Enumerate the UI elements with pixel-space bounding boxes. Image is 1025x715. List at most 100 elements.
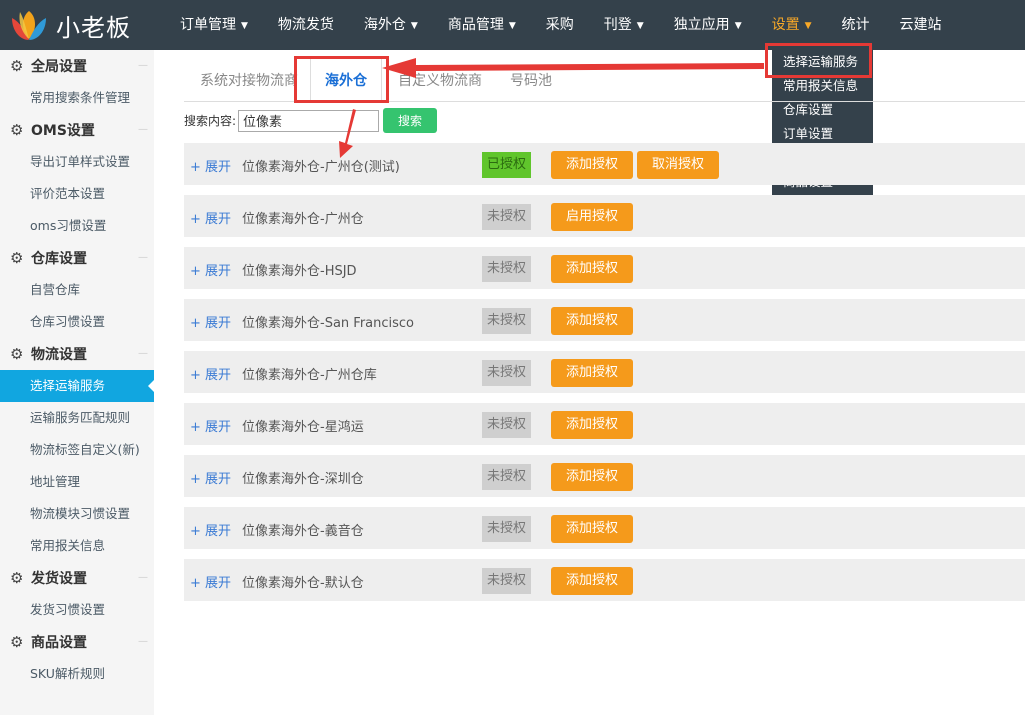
caret-down-icon: ▼	[804, 21, 812, 31]
settings-sidebar: ⚙ 全局设置 — 常用搜索条件管理 ⚙ OMS设置 — 导出订单样式设置 评价范本设置 oms习惯…	[0, 50, 155, 715]
auth-status-badge: 未授权	[482, 464, 531, 490]
auth-status-badge: 未授权	[482, 204, 531, 230]
expand-link[interactable]: + 展开	[190, 364, 231, 383]
sidebar-item[interactable]: 选择运输服务	[0, 370, 155, 402]
authorize-button[interactable]: 添加授权	[551, 515, 634, 543]
search-button[interactable]: 搜索	[383, 108, 438, 133]
search-bar: 搜索内容: 搜索	[184, 108, 438, 133]
tab-overseas-warehouse[interactable]: 海外仓	[310, 58, 382, 103]
expand-link[interactable]: + 展开	[190, 208, 231, 227]
sidebar-item[interactable]: oms习惯设置	[0, 210, 154, 242]
nav-item-9[interactable]: 云建站	[885, 0, 957, 50]
authorize-button[interactable]: 添加授权	[551, 151, 634, 179]
nav-item-3[interactable]: 商品管理 ▼	[433, 0, 531, 50]
sidebar-item[interactable]: 物流标签自定义(新)	[0, 434, 154, 466]
warehouse-row: + 展开 位像素海外仓-San Francisco 未授权 添加授权	[184, 299, 1025, 341]
authorize-button[interactable]: 添加授权	[551, 307, 634, 335]
nav-item-label: 统计	[841, 17, 870, 33]
tab-system-carriers[interactable]: 系统对接物流商	[200, 70, 298, 90]
nav-item-1[interactable]: 物流发货	[263, 0, 349, 50]
nav-item-5[interactable]: 刊登 ▼	[589, 0, 659, 50]
logo[interactable]: 小老板	[8, 7, 131, 43]
warehouse-name: 位像素海外仓-義音仓	[242, 524, 364, 539]
expand-link[interactable]: + 展开	[190, 468, 231, 487]
expand-link[interactable]: + 展开	[190, 520, 231, 539]
warehouse-row: + 展开 位像素海外仓-深圳仓 未授权 添加授权	[184, 455, 1025, 497]
nav-item-label: 设置	[771, 17, 800, 33]
auth-status-badge: 未授权	[482, 568, 531, 594]
sidebar-item[interactable]: 地址管理	[0, 466, 154, 498]
warehouse-row: + 展开 位像素海外仓-默认仓 未授权 添加授权	[184, 559, 1025, 601]
gear-icon: ⚙	[10, 121, 24, 139]
warehouse-row: + 展开 位像素海外仓-星鸿运 未授权 添加授权	[184, 403, 1025, 445]
nav-item-label: 刊登	[603, 17, 632, 33]
sidebar-item[interactable]: 常用报关信息	[0, 530, 154, 562]
sidebar-item[interactable]: 评价范本设置	[0, 178, 154, 210]
auth-status-badge: 未授权	[482, 256, 531, 282]
authorize-button[interactable]: 添加授权	[551, 463, 634, 491]
auth-status-badge: 未授权	[482, 308, 531, 334]
gear-icon: ⚙	[10, 249, 24, 267]
warehouse-name: 位像素海外仓-San Francisco	[242, 316, 414, 331]
nav-item-4[interactable]: 采购	[531, 0, 589, 50]
sidebar-section-header[interactable]: ⚙ 商品设置 —	[0, 626, 154, 658]
nav-item-8[interactable]: 统计	[827, 0, 885, 50]
authorize-button[interactable]: 添加授权	[551, 411, 634, 439]
sidebar-section-title: 物流设置	[31, 347, 87, 363]
caret-down-icon: ▼	[508, 21, 516, 31]
warehouse-row: + 展开 位像素海外仓-广州仓 未授权 启用授权	[184, 195, 1025, 237]
expand-link[interactable]: + 展开	[190, 416, 231, 435]
sidebar-section-header[interactable]: ⚙ 仓库设置 —	[0, 242, 154, 274]
authorize-button[interactable]: 添加授权	[551, 255, 634, 283]
sidebar-item[interactable]: 常用搜索条件管理	[0, 82, 154, 114]
sidebar-item[interactable]: 物流模块习惯设置	[0, 498, 154, 530]
logistics-tabs: 系统对接物流商 海外仓 自定义物流商 号码池	[184, 58, 1025, 103]
sidebar-item[interactable]: 自营仓库	[0, 274, 154, 306]
sidebar-section-title: 商品设置	[31, 635, 87, 651]
collapse-chevron-icon[interactable]: —	[138, 242, 148, 274]
authorize-button[interactable]: 启用授权	[551, 203, 634, 231]
nav-item-label: 物流发货	[277, 17, 334, 33]
nav-item-6[interactable]: 独立应用 ▼	[659, 0, 757, 50]
authorize-button[interactable]: 添加授权	[551, 567, 634, 595]
sidebar-section-header[interactable]: ⚙ 发货设置 —	[0, 562, 154, 594]
collapse-chevron-icon[interactable]: —	[138, 50, 148, 82]
expand-link[interactable]: + 展开	[190, 572, 231, 591]
nav-item-7[interactable]: 设置 ▼	[757, 0, 827, 50]
collapse-chevron-icon[interactable]: —	[138, 626, 148, 658]
collapse-chevron-icon[interactable]: —	[138, 114, 148, 146]
warehouse-name: 位像素海外仓-默认仓	[242, 576, 364, 591]
lotus-logo-icon	[12, 11, 46, 40]
sidebar-section-title: 全局设置	[31, 59, 87, 75]
expand-link[interactable]: + 展开	[190, 156, 231, 175]
auth-status-badge: 未授权	[482, 360, 531, 386]
warehouse-row: + 展开 位像素海外仓-義音仓 未授权 添加授权	[184, 507, 1025, 549]
sidebar-section-header[interactable]: ⚙ OMS设置 —	[0, 114, 154, 146]
nav-item-label: 云建站	[899, 17, 942, 33]
sidebar-item[interactable]: 仓库习惯设置	[0, 306, 154, 338]
sidebar-section-header[interactable]: ⚙ 全局设置 —	[0, 50, 154, 82]
expand-link[interactable]: + 展开	[190, 312, 231, 331]
tab-number-pool[interactable]: 号码池	[510, 70, 552, 90]
collapse-chevron-icon[interactable]: —	[138, 562, 148, 594]
logo-text: 小老板	[56, 13, 131, 42]
sidebar-item[interactable]: 运输服务匹配规则	[0, 402, 154, 434]
tab-custom-carriers[interactable]: 自定义物流商	[398, 70, 482, 90]
search-input[interactable]	[238, 109, 380, 132]
nav-item-0[interactable]: 订单管理 ▼	[165, 0, 263, 50]
sidebar-item[interactable]: 导出订单样式设置	[0, 146, 154, 178]
authorize-button[interactable]: 添加授权	[551, 359, 634, 387]
nav-item-2[interactable]: 海外仓 ▼	[349, 0, 433, 50]
gear-icon: ⚙	[10, 633, 24, 651]
sidebar-section-header[interactable]: ⚙ 物流设置 —	[0, 338, 154, 370]
warehouse-row: + 展开 位像素海外仓-HSJD 未授权 添加授权	[184, 247, 1025, 289]
collapse-chevron-icon[interactable]: —	[138, 338, 148, 370]
sidebar-item[interactable]: 发货习惯设置	[0, 594, 154, 626]
sidebar-section-title: OMS设置	[31, 123, 95, 139]
caret-down-icon: ▼	[636, 21, 644, 31]
sidebar-item[interactable]: SKU解析规则	[0, 658, 154, 690]
revoke-authorization-button[interactable]: 取消授权	[637, 151, 720, 179]
expand-link[interactable]: + 展开	[190, 260, 231, 279]
gear-icon: ⚙	[10, 569, 24, 587]
warehouse-name: 位像素海外仓-深圳仓	[242, 472, 364, 487]
